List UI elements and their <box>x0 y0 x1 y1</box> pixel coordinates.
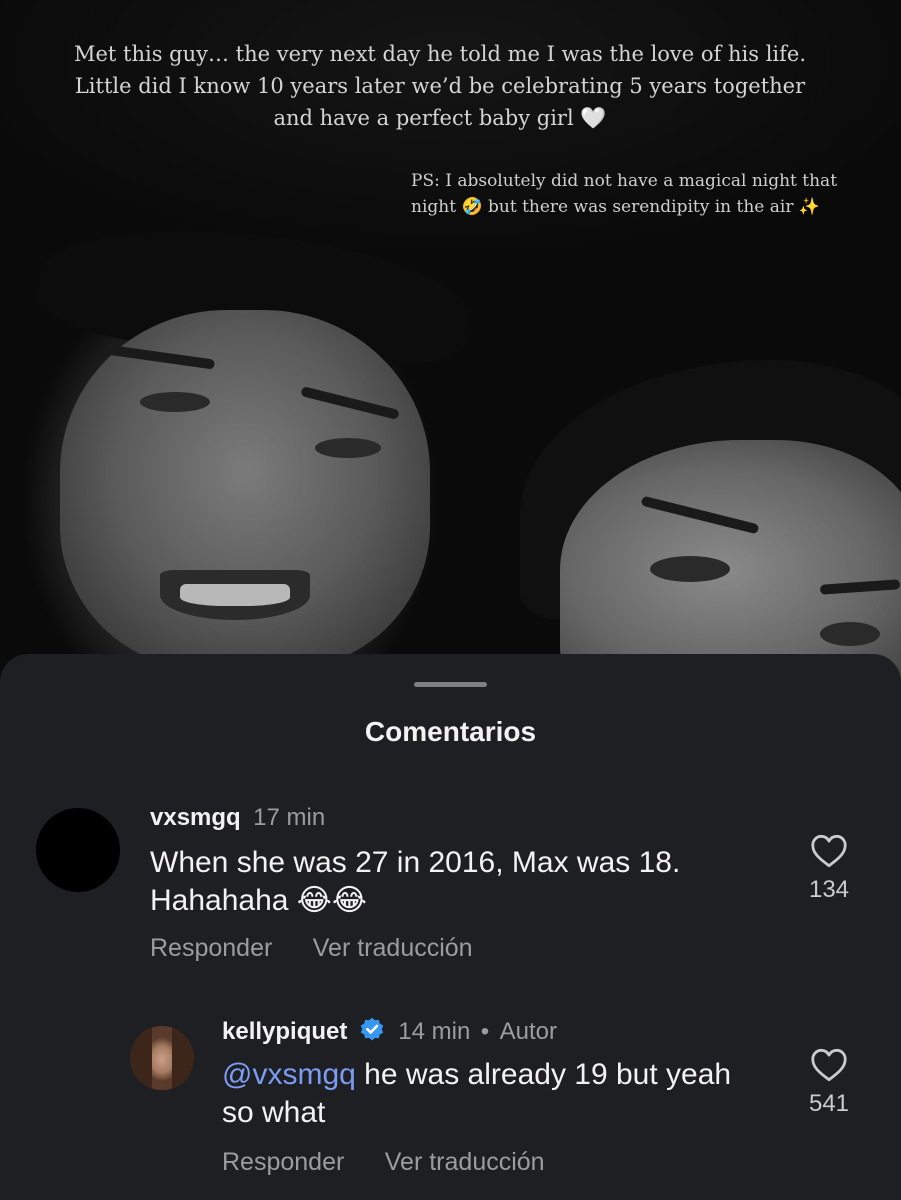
woman-right-eye <box>820 622 880 646</box>
like-button[interactable]: 134 <box>799 834 859 904</box>
sheet-drag-handle[interactable] <box>414 682 487 687</box>
ps-line-1: PS: I absolutely did not have a magical … <box>411 171 838 191</box>
comment-text: @vxsmgq he was already 19 but yeah so wh… <box>222 1056 762 1132</box>
woman-left-eye <box>650 556 730 582</box>
comment-text: When she was 27 in 2016, Max was 18. Hah… <box>150 846 681 917</box>
comment-time: 14 min <box>398 1018 471 1045</box>
like-count: 541 <box>808 1090 850 1117</box>
verified-badge-icon <box>360 1017 384 1041</box>
heart-outline-icon[interactable] <box>810 1048 848 1082</box>
comment-username[interactable]: vxsmgq <box>150 804 241 831</box>
comment-header: vxsmgq 17 min <box>150 804 325 832</box>
like-count: 134 <box>808 876 850 903</box>
mention-link[interactable]: @vxsmgq <box>222 1058 356 1091</box>
like-button[interactable]: 541 <box>799 1048 859 1118</box>
meta-separator: • <box>480 1018 490 1045</box>
comment-header: kellypiquet 14 min • Autor <box>222 1016 557 1046</box>
comment-actions: Responder Ver traducción <box>150 934 509 963</box>
reply-button[interactable]: Responder <box>150 934 272 962</box>
avatar-hair-left <box>130 1026 152 1090</box>
translate-button[interactable]: Ver traducción <box>385 1148 545 1176</box>
comment-actions: Responder Ver traducción <box>222 1148 581 1177</box>
caption-line-3: and have a perfect baby girl 🤍 <box>273 106 607 130</box>
story-ps-note: PS: I absolutely did not have a magical … <box>411 168 881 220</box>
author-tag: Autor <box>499 1018 558 1045</box>
avatar-hair-right <box>172 1026 194 1090</box>
heart-outline-icon[interactable] <box>810 834 848 868</box>
story-caption: Met this guy… the very next day he told … <box>30 38 850 134</box>
caption-line-1: Met this guy… the very next day he told … <box>74 42 806 66</box>
ps-line-2: night 🤣 but there was serendipity in the… <box>411 197 821 217</box>
man-left-eye <box>140 392 210 412</box>
comment-time: 17 min <box>253 804 326 831</box>
avatar[interactable] <box>36 808 120 892</box>
comments-sheet: Comentarios vxsmgq 17 min When she was 2… <box>0 654 901 1200</box>
comment-username[interactable]: kellypiquet <box>222 1018 347 1045</box>
story-photo: Met this guy… the very next day he told … <box>0 0 901 700</box>
man-teeth <box>180 584 290 606</box>
avatar[interactable] <box>130 1026 194 1090</box>
translate-button[interactable]: Ver traducción <box>313 934 473 962</box>
caption-line-2: Little did I know 10 years later we’d be… <box>74 74 806 98</box>
sheet-title: Comentarios <box>364 716 537 747</box>
reply-button[interactable]: Responder <box>222 1148 344 1176</box>
man-right-eye <box>315 438 381 458</box>
